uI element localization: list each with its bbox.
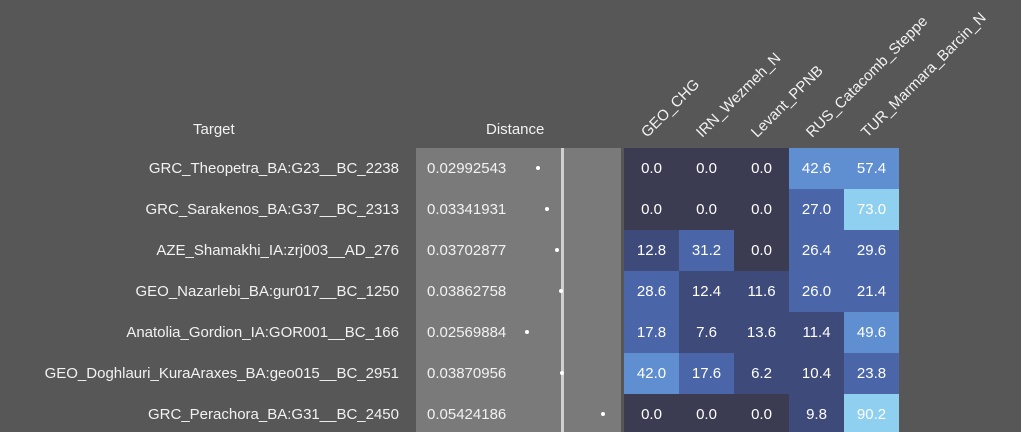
admixture-results-view: Target Distance GEO_CHG IRN_Wezmeh_N Levan… — [0, 0, 1021, 432]
heatmap-cell: 11.6 — [734, 271, 789, 312]
distance-value: 0.03862758 — [427, 283, 507, 300]
distance-dot — [545, 207, 550, 211]
target-label: AZE_Shamakhi_IA:zrj003__AD_276 — [156, 242, 399, 259]
target-column-header: Target — [193, 121, 235, 138]
heatmap-cell: 12.4 — [679, 271, 734, 312]
heatmap-cell: 0.0 — [734, 230, 789, 271]
heatmap-cell: 6.2 — [734, 353, 789, 394]
heatmap-cell: 26.0 — [789, 271, 844, 312]
target-label: GEO_Nazarlebi_BA:gur017__BC_1250 — [135, 283, 399, 300]
distance-value: 0.05424186 — [427, 406, 507, 423]
table-row[interactable]: GRC_Sarakenos_BA:G37__BC_2313 0.03341931 0… — [0, 189, 1021, 230]
heatmap-cell: 29.6 — [844, 230, 899, 271]
heatmap-cell: 26.4 — [789, 230, 844, 271]
target-label: GRC_Perachora_BA:G31__BC_2450 — [148, 406, 399, 423]
heatmap-cell: 0.0 — [734, 394, 789, 432]
table-row[interactable]: GRC_Theopetra_BA:G23__BC_2238 0.02992543 0… — [0, 148, 1021, 189]
heatmap-cell: 28.6 — [624, 271, 679, 312]
heatmap-cell: 57.4 — [844, 148, 899, 189]
heatmap-cell: 0.0 — [734, 189, 789, 230]
heatmap-cell: 17.8 — [624, 312, 679, 353]
heatmap-cell: 49.6 — [844, 312, 899, 353]
heatmap-cell: 23.8 — [844, 353, 899, 394]
target-label: GRC_Sarakenos_BA:G37__BC_2313 — [145, 201, 400, 218]
heatmap-cell: 9.8 — [789, 394, 844, 432]
heatmap-cell: 90.2 — [844, 394, 899, 432]
heatmap-cell: 31.2 — [679, 230, 734, 271]
distance-dot — [559, 289, 564, 293]
heatmap-cell: 0.0 — [679, 148, 734, 189]
heatmap-cell: 0.0 — [679, 394, 734, 432]
heatmap-cell: 73.0 — [844, 189, 899, 230]
heatmap-cell: 0.0 — [624, 394, 679, 432]
heatmap-cell: 27.0 — [789, 189, 844, 230]
heatmap-cell: 0.0 — [679, 189, 734, 230]
distance-value: 0.02992543 — [427, 160, 507, 177]
table-row[interactable]: GEO_Nazarlebi_BA:gur017__BC_1250 0.038627… — [0, 271, 1021, 312]
heatmap-cell: 0.0 — [734, 148, 789, 189]
heatmap-cell: 11.4 — [789, 312, 844, 353]
distance-column-header: Distance — [486, 121, 545, 138]
heatmap-cell: 0.0 — [624, 148, 679, 189]
target-label: Anatolia_Gordion_IA:GOR001__BC_166 — [126, 324, 399, 341]
distance-value: 0.03870956 — [427, 365, 507, 382]
table-row[interactable]: GRC_Perachora_BA:G31__BC_2450 0.05424186 0… — [0, 394, 1021, 432]
heatmap-cell: 7.6 — [679, 312, 734, 353]
table-row[interactable]: Anatolia_Gordion_IA:GOR001__BC_166 0.0256… — [0, 312, 1021, 353]
distance-value: 0.02569884 — [427, 324, 507, 341]
heatmap-cell: 42.0 — [624, 353, 679, 394]
distance-value: 0.03341931 — [427, 201, 507, 218]
distance-value: 0.03702877 — [427, 242, 507, 259]
distance-dot — [535, 166, 540, 170]
heatmap-cell: 21.4 — [844, 271, 899, 312]
heatmap-cell: 0.0 — [624, 189, 679, 230]
heatmap-cell: 13.6 — [734, 312, 789, 353]
heatmap-cell: 17.6 — [679, 353, 734, 394]
target-label: GEO_Doghlauri_KuraAraxes_BA:geo015__BC_2… — [44, 365, 399, 382]
distance-dot — [601, 412, 606, 416]
distance-dot — [524, 330, 529, 334]
heatmap-cell: 12.8 — [624, 230, 679, 271]
table-row[interactable]: AZE_Shamakhi_IA:zrj003__AD_276 0.03702877… — [0, 230, 1021, 271]
target-label: GRC_Theopetra_BA:G23__BC_2238 — [148, 160, 399, 177]
heatmap-cell: 42.6 — [789, 148, 844, 189]
distance-dot — [559, 371, 564, 375]
column-header-geo-chg: GEO_CHG — [637, 75, 704, 141]
heatmap-cell: 10.4 — [789, 353, 844, 394]
table-row[interactable]: GEO_Doghlauri_KuraAraxes_BA:geo015__BC_2… — [0, 353, 1021, 394]
distance-dot — [555, 248, 559, 252]
